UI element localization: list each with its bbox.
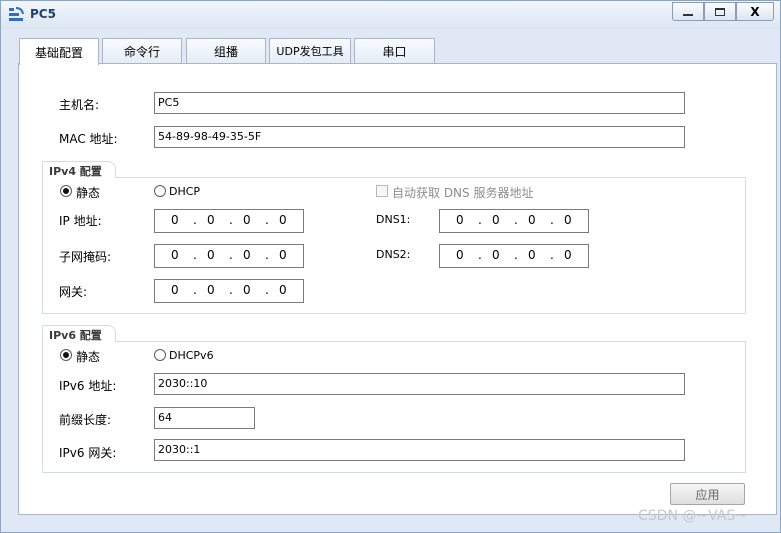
ipv4-dhcp-label: DHCP <box>169 185 201 198</box>
gateway-label: 网关: <box>59 285 88 299</box>
tab-label: 命令行 <box>123 44 160 59</box>
dns1-label: DNS1: <box>376 213 411 226</box>
title-bar[interactable]: PC5 X <box>1 1 780 29</box>
ipv4-static-label: 静态 <box>76 186 101 200</box>
prefix-length-label: 前缀长度: <box>59 413 112 427</box>
tab-label: 组播 <box>213 44 238 59</box>
ipv6-group-title: IPv6 配置 <box>42 325 116 342</box>
apply-button[interactable]: 应用 <box>670 483 745 505</box>
octet: 0 <box>564 213 572 227</box>
ipv6-address-input[interactable]: 2030::10 <box>154 373 685 395</box>
octet: 0 <box>171 213 179 227</box>
octet: 0 <box>492 248 500 262</box>
octet: 0 <box>207 213 215 227</box>
octet: 0 <box>243 213 251 227</box>
ip-address-input[interactable]: 0. 0. 0. 0 <box>154 209 304 233</box>
dns2-input[interactable]: 0. 0. 0. 0 <box>439 244 589 268</box>
tab-serial[interactable]: 串口 <box>354 38 435 63</box>
tab-multicast[interactable]: 组播 <box>186 38 266 63</box>
tab-udp-tool[interactable]: UDP发包工具 <box>269 38 351 63</box>
mac-label: MAC 地址: <box>59 132 118 146</box>
subnet-mask-label: 子网掩码: <box>59 250 112 264</box>
octet: 0 <box>528 213 536 227</box>
octet: 0 <box>171 283 179 297</box>
octet: 0 <box>492 213 500 227</box>
watermark: CSDN @~VAS~ <box>638 508 747 524</box>
ipv6-gateway-label: IPv6 网关: <box>59 446 117 460</box>
pc-app-icon <box>9 7 24 21</box>
close-icon: X <box>750 4 760 19</box>
octet: 0 <box>207 248 215 262</box>
dns2-label: DNS2: <box>376 248 411 261</box>
octet: 0 <box>279 248 287 262</box>
tab-basic-config[interactable]: 基础配置 <box>19 38 99 65</box>
ipv4-dhcp-radio[interactable] <box>154 185 166 197</box>
close-button[interactable]: X <box>736 2 774 21</box>
prefix-length-input[interactable]: 64 <box>154 407 255 429</box>
maximize-icon <box>715 7 725 16</box>
mac-input[interactable]: 54-89-98-49-35-5F <box>154 126 685 148</box>
octet: 0 <box>243 283 251 297</box>
ipv6-dhcp-radio[interactable] <box>154 349 166 361</box>
ipv6-dhcp-label: DHCPv6 <box>169 349 214 362</box>
hostname-label: 主机名: <box>59 98 100 112</box>
octet: 0 <box>279 213 287 227</box>
window: PC5 X 基础配置 命令行 组播 UDP发包工具 串口 主机名: PC5 MA… <box>0 0 781 533</box>
ipv6-static-label: 静态 <box>76 350 101 364</box>
dns1-input[interactable]: 0. 0. 0. 0 <box>439 209 589 233</box>
minimize-icon <box>683 13 693 16</box>
ipv6-static-radio[interactable] <box>60 349 72 361</box>
window-title: PC5 <box>30 7 56 21</box>
ipv4-static-radio[interactable] <box>60 185 72 197</box>
octet: 0 <box>456 248 464 262</box>
ipv6-address-label: IPv6 地址: <box>59 379 117 393</box>
apply-button-label: 应用 <box>695 487 720 502</box>
subnet-mask-input[interactable]: 0. 0. 0. 0 <box>154 244 304 268</box>
hostname-input[interactable]: PC5 <box>154 92 685 114</box>
tab-label: 串口 <box>382 44 407 59</box>
maximize-button[interactable] <box>704 2 736 21</box>
minimize-button[interactable] <box>672 2 704 21</box>
auto-dns-label: 自动获取 DNS 服务器地址 <box>392 186 534 200</box>
ip-address-label: IP 地址: <box>59 214 102 228</box>
octet: 0 <box>456 213 464 227</box>
tab-command-line[interactable]: 命令行 <box>102 38 182 63</box>
octet: 0 <box>171 248 179 262</box>
octet: 0 <box>564 248 572 262</box>
octet: 0 <box>207 283 215 297</box>
tab-label: UDP发包工具 <box>276 45 344 58</box>
octet: 0 <box>243 248 251 262</box>
ipv6-gateway-input[interactable]: 2030::1 <box>154 439 685 461</box>
ipv4-group-title: IPv4 配置 <box>42 161 116 178</box>
octet: 0 <box>528 248 536 262</box>
tab-label: 基础配置 <box>34 45 83 60</box>
octet: 0 <box>279 283 287 297</box>
auto-dns-checkbox[interactable] <box>376 185 388 197</box>
gateway-input[interactable]: 0. 0. 0. 0 <box>154 279 304 303</box>
